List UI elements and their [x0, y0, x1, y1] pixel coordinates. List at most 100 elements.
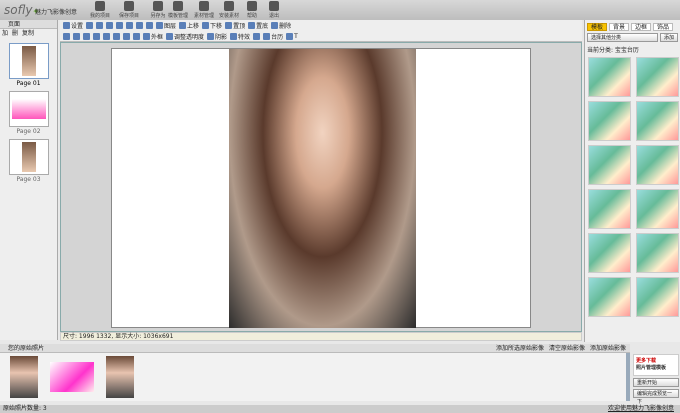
edit-tool-icon-6[interactable] — [136, 22, 144, 29]
edit-tool-icon-0[interactable] — [63, 33, 70, 40]
tool-label: 调整透明度 — [174, 34, 205, 41]
template-thumb[interactable] — [588, 189, 631, 229]
tool-label: 置底 — [256, 23, 269, 30]
edit-tool-icon-5[interactable] — [126, 22, 134, 29]
page-label: Page 03 — [16, 176, 41, 183]
tab-decoration[interactable]: 饰品 — [653, 23, 674, 31]
page-thumb-2[interactable]: Page 02 — [8, 91, 49, 135]
photo-layer[interactable] — [229, 49, 416, 328]
restart-button[interactable]: 重新开始 — [633, 378, 679, 387]
edit-tool-icon-7[interactable] — [133, 33, 140, 40]
save-project-button[interactable]: 保存项目 — [117, 1, 141, 19]
edit-tool-13[interactable]: 台历 — [263, 32, 283, 41]
edit-tool-8[interactable]: 图层 — [156, 21, 176, 30]
photo-thumb[interactable] — [106, 356, 134, 398]
tool-icon — [166, 33, 174, 40]
help-button[interactable]: 帮助 — [240, 1, 264, 19]
edit-tool-icon-1[interactable] — [73, 33, 80, 40]
edit-tool-12[interactable]: 置底 — [248, 21, 268, 30]
save-as-icon — [153, 1, 163, 11]
edit-tool-0[interactable]: 设置 — [63, 21, 83, 30]
exit-icon — [269, 1, 279, 11]
photo-thumb[interactable] — [10, 356, 38, 398]
page-canvas[interactable] — [111, 48, 531, 328]
template-thumb[interactable] — [588, 57, 631, 97]
install-material-button[interactable]: 安装素材 — [217, 1, 241, 19]
material-manager-button[interactable]: 素材管理 — [192, 1, 216, 19]
welcome-link[interactable]: 欢迎使用魅力飞影像创意 — [608, 405, 674, 413]
tool-label: 阴影 — [215, 34, 228, 41]
add-photos-button[interactable]: 添加原始影像 — [590, 344, 626, 353]
template-thumb[interactable] — [636, 145, 679, 185]
edit-tool-10[interactable]: 下移 — [202, 21, 222, 30]
tool-icon — [103, 33, 110, 40]
material-icon — [199, 1, 209, 11]
edit-tool-11[interactable]: 特效 — [230, 32, 250, 41]
page-label: Page 01 — [16, 80, 41, 87]
edit-tool-9[interactable]: 上移 — [179, 21, 199, 30]
tool-icon — [146, 22, 154, 29]
template-thumb[interactable] — [636, 189, 679, 229]
tab-border[interactable]: 边框 — [631, 23, 652, 31]
template-thumb[interactable] — [636, 233, 679, 273]
template-thumb[interactable] — [636, 277, 679, 317]
photos-scrollbar[interactable] — [626, 353, 630, 401]
tool-icon — [263, 33, 271, 40]
page-thumb-3[interactable]: Page 03 — [8, 139, 49, 183]
help-icon — [247, 1, 257, 11]
template-manager-button[interactable]: 模板管理 — [166, 1, 190, 19]
tool-icon — [248, 22, 256, 29]
tool-icon — [116, 22, 124, 29]
add-page-button[interactable]: 加 — [2, 29, 8, 39]
tool-icon — [63, 22, 70, 29]
tab-template[interactable]: 模板 — [587, 23, 608, 31]
preview-button[interactable]: 编辑完成预览一下 — [633, 389, 679, 405]
page-thumb-1[interactable]: Page 01 — [8, 43, 49, 87]
template-thumb[interactable] — [588, 101, 631, 141]
tool-icon — [133, 33, 140, 40]
exit-button[interactable]: 退出 — [262, 1, 286, 19]
edit-tool-8[interactable]: 外框 — [143, 32, 163, 41]
edit-tool-13[interactable]: 删除 — [271, 21, 291, 30]
delete-page-button[interactable]: 删 — [12, 29, 18, 39]
edit-tool-icon-1[interactable] — [86, 22, 94, 29]
edit-tool-11[interactable]: 置顶 — [225, 21, 245, 30]
template-panel: 模板 背景 边框 饰品 选择其他分类 添加 当前分类: 宝宝台历 — [584, 20, 680, 342]
photo-thumb[interactable] — [50, 362, 94, 392]
template-thumb[interactable] — [636, 57, 679, 97]
tool-label: 上移 — [187, 23, 200, 30]
add-selected-photos-button[interactable]: 添加所选原始影像 — [496, 344, 544, 353]
tool-icon — [93, 33, 100, 40]
tool-icon — [143, 33, 150, 40]
tool-icon — [83, 33, 90, 40]
template-thumb[interactable] — [588, 145, 631, 185]
canvas-status: 尺寸: 1996 1332, 显示大小: 1036x691 — [60, 332, 582, 341]
edit-tool-icon-2[interactable] — [96, 22, 104, 29]
tab-background[interactable]: 背景 — [609, 23, 630, 31]
edit-tool-icon-5[interactable] — [113, 33, 120, 40]
edit-tool-icon-3[interactable] — [106, 22, 114, 29]
tool-icon — [136, 22, 144, 29]
edit-tool-icon-4[interactable] — [103, 33, 110, 40]
more-download-button[interactable]: 更多下载 照片管理模板 — [633, 354, 679, 376]
edit-tool-10[interactable]: 阴影 — [207, 32, 227, 41]
tool-icon — [179, 22, 187, 29]
add-template-button[interactable]: 添加 — [659, 33, 678, 42]
my-projects-button[interactable]: 我的项目 — [88, 1, 112, 19]
template-thumb[interactable] — [588, 233, 631, 273]
select-category-button[interactable]: 选择其他分类 — [587, 33, 658, 42]
edit-tool-icon-6[interactable] — [123, 33, 130, 40]
edit-tool-icon-2[interactable] — [83, 33, 90, 40]
copy-page-button[interactable]: 复制 — [22, 29, 34, 39]
template-thumb[interactable] — [588, 277, 631, 317]
edit-tool-14[interactable]: T — [286, 33, 298, 40]
tool-icon — [253, 33, 261, 40]
clear-photos-button[interactable]: 清空原始影像 — [549, 344, 585, 353]
edit-tool-icon-4[interactable] — [116, 22, 124, 29]
tool-icon — [225, 22, 233, 29]
edit-tool-9[interactable]: 调整透明度 — [166, 32, 204, 41]
edit-tool-icon-7[interactable] — [146, 22, 154, 29]
edit-tool-icon-12[interactable] — [253, 33, 261, 40]
edit-tool-icon-3[interactable] — [93, 33, 100, 40]
template-thumb[interactable] — [636, 101, 679, 141]
